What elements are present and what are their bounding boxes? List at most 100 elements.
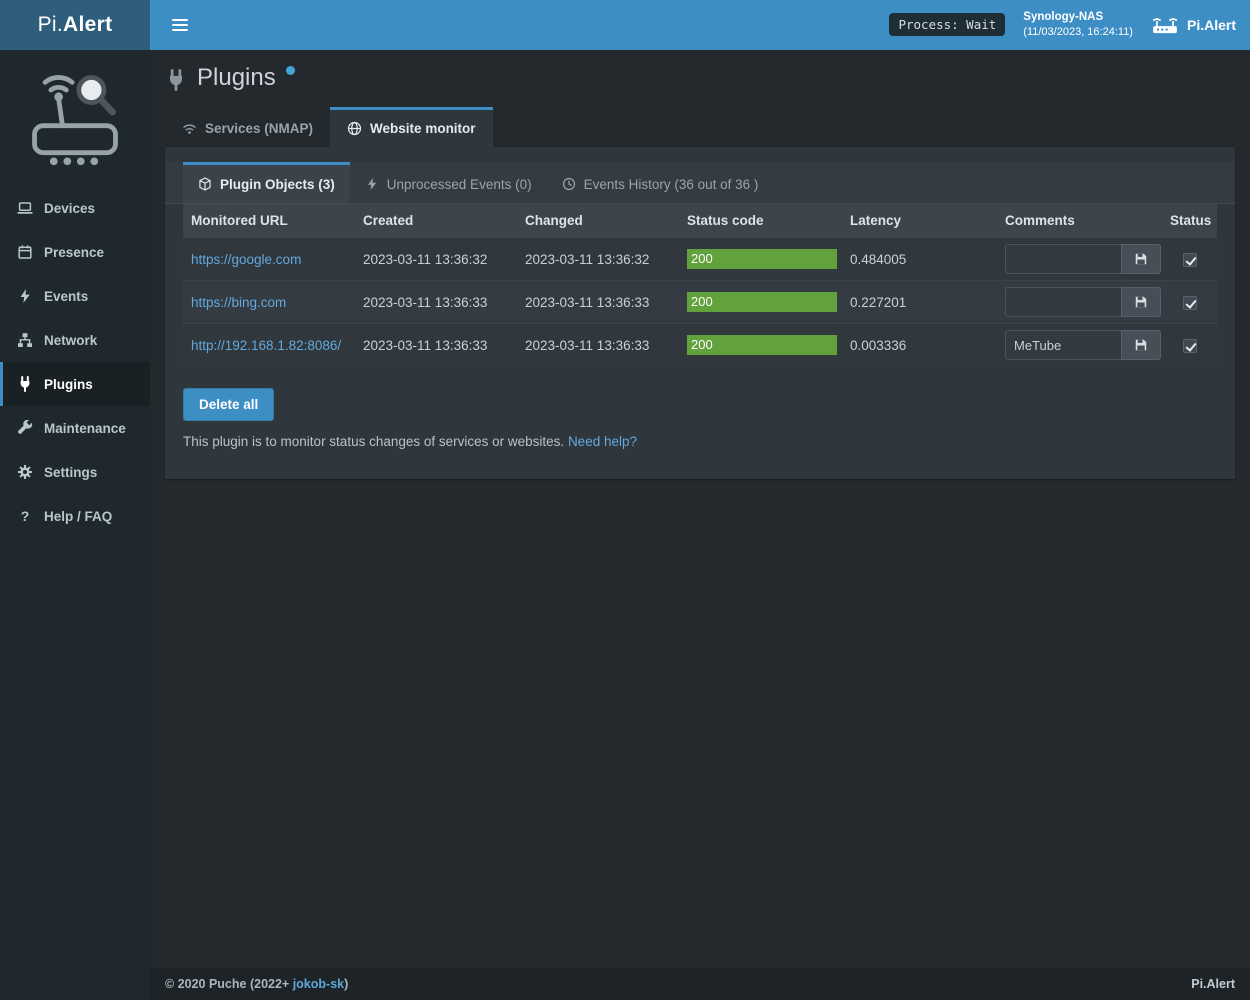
latency-cell: 0.484005 [842, 238, 997, 281]
sidebar-item-maintenance[interactable]: Maintenance [0, 406, 150, 450]
cube-icon [198, 177, 212, 191]
changed-cell: 2023-03-11 13:36:32 [517, 238, 679, 281]
status-code-bar: 200 [687, 335, 837, 355]
created-cell: 2023-03-11 13:36:32 [355, 238, 517, 281]
save-comment-button[interactable] [1121, 287, 1161, 317]
sidebar-item-label: Settings [44, 465, 97, 480]
sidebar-item-plugins[interactable]: Plugins [0, 362, 150, 406]
sidebar-item-label: Network [44, 333, 97, 348]
status-checkbox[interactable] [1183, 253, 1197, 267]
app-link[interactable]: Pi.Alert [1151, 15, 1236, 35]
table-header-row: Monitored URL Created Changed Status cod… [183, 204, 1217, 238]
clock-icon [562, 177, 576, 191]
calendar-icon [17, 244, 33, 260]
col-status: Status [1162, 204, 1217, 238]
comment-input-group [1005, 330, 1161, 360]
footer: © 2020 Puche (2022+ jokob-sk) Pi.Alert [150, 968, 1250, 1000]
save-comment-button[interactable] [1121, 330, 1161, 360]
col-comments: Comments [997, 204, 1162, 238]
footer-app-name: Pi.Alert [1191, 977, 1235, 991]
laptop-icon [17, 200, 33, 216]
comment-input[interactable] [1005, 287, 1121, 317]
plug-icon [165, 69, 187, 91]
sidebar-item-events[interactable]: Events [0, 274, 150, 318]
sidebar-item-devices[interactable]: Devices [0, 186, 150, 230]
comment-input-group [1005, 287, 1161, 317]
sidebar-item-label: Presence [44, 245, 104, 260]
comment-input[interactable] [1005, 244, 1121, 274]
status-code-bar: 200 [687, 249, 837, 269]
status-checkbox[interactable] [1183, 339, 1197, 353]
tab-services-nmap[interactable]: Services (NMAP) [165, 107, 330, 147]
col-created: Created [355, 204, 517, 238]
col-status-code: Status code [679, 204, 842, 238]
footer-copyright: © 2020 Puche (2022+ jokob-sk) [165, 977, 348, 991]
router-icon [1151, 15, 1179, 35]
latency-cell: 0.003336 [842, 324, 997, 367]
author-link[interactable]: jokob-sk [293, 977, 344, 991]
router-magnifier-icon [22, 64, 128, 170]
process-status-badge: Process: Wait [889, 13, 1005, 36]
copyright-text: © 2020 Puche (2022+ [165, 977, 289, 991]
monitored-url-link[interactable]: http://192.168.1.82:8086/ [191, 338, 341, 353]
plug-icon [17, 376, 33, 392]
status-checkbox[interactable] [1183, 296, 1197, 310]
sidebar-item-help-faq[interactable]: ? Help / FAQ [0, 494, 150, 538]
sidebar-item-network[interactable]: Network [0, 318, 150, 362]
page-title-text: Plugins [197, 62, 276, 93]
comment-input[interactable] [1005, 330, 1121, 360]
menu-icon [172, 19, 188, 21]
network-icon [17, 332, 33, 348]
plugin-row: http://192.168.1.82:8086/ 2023-03-11 13:… [183, 324, 1217, 367]
tab-unprocessed-events[interactable]: Unprocessed Events (0) [350, 162, 547, 203]
tab-events-history[interactable]: Events History (36 out of 36 ) [547, 162, 774, 203]
plugin-tabs: Services (NMAP) Website monitor [165, 107, 1235, 147]
panel-tabs: Plugin Objects (3) Unprocessed Events (0… [165, 162, 1235, 204]
sidebar-item-label: Help / FAQ [44, 509, 112, 524]
sidebar-toggle-button[interactable] [164, 10, 196, 40]
main-content: Plugins Services (NMAP) Website monitor … [150, 50, 1250, 968]
app-name: Pi.Alert [1187, 17, 1236, 33]
copyright-suffix: ) [344, 977, 348, 991]
tab-label: Unprocessed Events (0) [387, 177, 532, 192]
host-name: Synology-NAS [1023, 9, 1133, 26]
bolt-icon [17, 288, 33, 304]
info-badge-icon[interactable] [286, 66, 295, 75]
gear-icon [17, 464, 33, 480]
col-changed: Changed [517, 204, 679, 238]
plugin-row: https://google.com 2023-03-11 13:36:32 2… [183, 238, 1217, 281]
sidebar-item-label: Events [44, 289, 88, 304]
pialert-logo-art [0, 50, 150, 186]
sidebar-item-label: Maintenance [44, 421, 126, 436]
bolt-icon [365, 177, 379, 191]
navbar: Process: Wait Synology-NAS (11/03/2023, … [150, 0, 1250, 50]
brand-pi: Pi. [38, 13, 63, 37]
question-icon: ? [17, 508, 33, 524]
brand-alert: Alert [63, 13, 112, 37]
host-info: Synology-NAS (11/03/2023, 16:24:11) [1023, 9, 1133, 42]
save-icon [1134, 338, 1148, 352]
monitored-url-link[interactable]: https://bing.com [191, 295, 286, 310]
save-comment-button[interactable] [1121, 244, 1161, 274]
sidebar-menu: Devices Presence Events Network Plugins … [0, 186, 150, 538]
latency-cell: 0.227201 [842, 281, 997, 324]
col-monitored-url: Monitored URL [183, 204, 355, 238]
tab-plugin-objects[interactable]: Plugin Objects (3) [183, 162, 350, 203]
delete-all-button[interactable]: Delete all [183, 388, 274, 421]
comment-input-group [1005, 244, 1161, 274]
tab-website-monitor[interactable]: Website monitor [330, 107, 493, 147]
status-code-bar: 200 [687, 292, 837, 312]
save-icon [1134, 252, 1148, 266]
plugin-objects-table: Monitored URL Created Changed Status cod… [183, 204, 1217, 366]
sidebar-item-presence[interactable]: Presence [0, 230, 150, 274]
sidebar-item-label: Devices [44, 201, 95, 216]
sidebar-item-settings[interactable]: Settings [0, 450, 150, 494]
monitored-url-link[interactable]: https://google.com [191, 252, 301, 267]
created-cell: 2023-03-11 13:36:33 [355, 281, 517, 324]
tab-label: Website monitor [370, 121, 476, 136]
tab-label: Plugin Objects (3) [220, 177, 335, 192]
created-cell: 2023-03-11 13:36:33 [355, 324, 517, 367]
wrench-icon [17, 420, 33, 436]
navbar-right: Process: Wait Synology-NAS (11/03/2023, … [889, 9, 1236, 42]
need-help-link[interactable]: Need help? [568, 434, 637, 449]
